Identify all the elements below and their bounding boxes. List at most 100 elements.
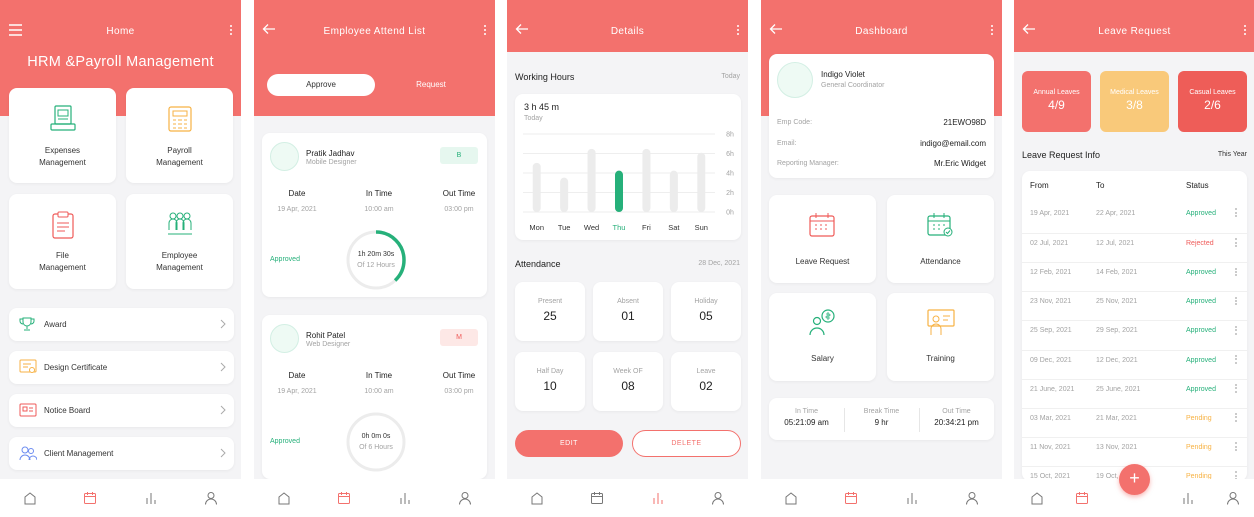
annual-leaves-card[interactable]: Annual Leaves 4/9 bbox=[1022, 71, 1091, 132]
back-arrow-icon[interactable] bbox=[515, 22, 533, 40]
tile-payroll-management[interactable]: Payroll Management bbox=[126, 88, 233, 183]
bar-highlight-thu[interactable] bbox=[615, 170, 623, 212]
edit-button[interactable]: EDIT bbox=[515, 430, 623, 457]
list-item-design-certificate[interactable]: Design Certificate bbox=[9, 351, 234, 384]
calendar-icon[interactable] bbox=[590, 491, 604, 505]
menu-icon[interactable] bbox=[8, 22, 26, 40]
medical-leaves-card[interactable]: Medical Leaves 3/8 bbox=[1100, 71, 1169, 132]
bar-mon[interactable] bbox=[532, 162, 541, 212]
to-date: 12 Dec, 2021 bbox=[1096, 356, 1138, 364]
table-row[interactable]: 19 Apr, 2021 22 Apr, 2021 Approved bbox=[1022, 204, 1247, 228]
table-row[interactable]: 09 Dec, 2021 12 Dec, 2021 Approved bbox=[1022, 349, 1247, 374]
more-vertical-icon[interactable] bbox=[1233, 412, 1239, 424]
table-row[interactable]: 12 Feb, 2021 14 Feb, 2021 Approved bbox=[1022, 262, 1247, 286]
tile-expenses-management[interactable]: Expenses Management bbox=[9, 88, 116, 183]
column-header-from: From bbox=[1030, 181, 1049, 190]
list-item-notice-board[interactable]: Notice Board bbox=[9, 394, 234, 427]
status-badge: Approved bbox=[1186, 356, 1216, 364]
stat-label: Half Day bbox=[536, 368, 564, 375]
home-icon[interactable] bbox=[1030, 491, 1044, 505]
status-badge: Pending bbox=[1186, 414, 1212, 422]
calendar-icon[interactable] bbox=[337, 491, 351, 505]
bar-sun[interactable] bbox=[697, 152, 706, 212]
bar-wed[interactable] bbox=[587, 148, 596, 212]
user-icon[interactable] bbox=[1226, 491, 1240, 505]
back-arrow-icon[interactable] bbox=[1022, 22, 1040, 40]
home-icon[interactable] bbox=[784, 491, 798, 505]
chevron-right-icon bbox=[220, 362, 226, 372]
user-icon[interactable] bbox=[204, 491, 218, 505]
screen-title: Leave Request bbox=[1098, 25, 1171, 37]
home-icon[interactable] bbox=[277, 491, 291, 505]
bar-sat[interactable] bbox=[669, 170, 678, 212]
tile-salary[interactable]: Salary bbox=[769, 293, 876, 381]
table-row[interactable]: 25 Sep, 2021 29 Sep, 2021 Approved bbox=[1022, 320, 1247, 344]
leave-card-value: 2/6 bbox=[1204, 98, 1221, 112]
list-item-label: Client Management bbox=[44, 449, 114, 458]
tile-employee-management[interactable]: Employee Management bbox=[126, 194, 233, 289]
tile-label: Training bbox=[926, 354, 955, 363]
tile-file-management[interactable]: File Management bbox=[9, 194, 116, 289]
more-vertical-icon[interactable] bbox=[480, 23, 490, 39]
delete-button[interactable]: DELETE bbox=[632, 430, 741, 457]
list-item-award[interactable]: Award bbox=[9, 308, 234, 341]
avatar bbox=[270, 324, 299, 353]
table-row[interactable]: 23 Nov, 2021 25 Nov, 2021 Approved bbox=[1022, 291, 1247, 315]
casual-leaves-card[interactable]: Casual Leaves 2/6 bbox=[1178, 71, 1247, 132]
table-row[interactable]: 03 Mar, 2021 21 Mar, 2021 Pending bbox=[1022, 407, 1247, 432]
add-leave-button[interactable]: + bbox=[1119, 464, 1150, 495]
more-vertical-icon[interactable] bbox=[1233, 295, 1239, 307]
table-row[interactable]: 02 Jul, 2021 12 Jul, 2021 Rejected bbox=[1022, 233, 1247, 257]
user-icon[interactable] bbox=[711, 491, 725, 505]
bar-chart-icon[interactable] bbox=[398, 491, 412, 505]
back-arrow-icon[interactable] bbox=[769, 22, 787, 40]
tile-leave-request[interactable]: Leave Request bbox=[769, 195, 876, 283]
y-tick-label: 2h bbox=[726, 190, 734, 197]
more-vertical-icon[interactable] bbox=[1233, 237, 1239, 249]
calendar-icon[interactable] bbox=[1075, 491, 1089, 505]
more-vertical-icon[interactable] bbox=[1233, 266, 1239, 278]
user-icon[interactable] bbox=[458, 491, 472, 505]
more-vertical-icon[interactable] bbox=[1233, 354, 1239, 366]
tile-training[interactable]: Training bbox=[887, 293, 994, 381]
to-date: 29 Sep, 2021 bbox=[1096, 327, 1138, 335]
tab-request[interactable]: Request bbox=[379, 74, 483, 96]
certificate-icon bbox=[19, 359, 37, 375]
bar-tue[interactable] bbox=[560, 177, 569, 212]
bottom-nav bbox=[0, 479, 241, 517]
to-date: 25 June, 2021 bbox=[1096, 385, 1141, 393]
home-icon[interactable] bbox=[530, 491, 544, 505]
x-tick-label: Mon bbox=[529, 223, 544, 232]
calendar-icon[interactable] bbox=[83, 491, 97, 505]
more-vertical-icon[interactable] bbox=[733, 23, 743, 39]
employee-card[interactable]: Pratik Jadhav Mobile Designer B Date In … bbox=[262, 133, 487, 297]
more-vertical-icon[interactable] bbox=[1240, 23, 1250, 39]
dashboard-screen: Dashboard Indigo Violet General Coordina… bbox=[761, 0, 1002, 517]
user-icon[interactable] bbox=[965, 491, 979, 505]
bar-chart-icon[interactable] bbox=[1181, 491, 1195, 505]
time-label: Out Time bbox=[942, 408, 971, 415]
tile-attendance[interactable]: Attendance bbox=[887, 195, 994, 283]
more-vertical-icon[interactable] bbox=[1233, 207, 1239, 219]
status-badge: Approved bbox=[1186, 327, 1216, 335]
table-row[interactable]: 11 Nov, 2021 13 Nov, 2021 Pending bbox=[1022, 436, 1247, 461]
more-vertical-icon[interactable] bbox=[226, 23, 236, 39]
back-arrow-icon[interactable] bbox=[262, 22, 280, 40]
more-vertical-icon[interactable] bbox=[1233, 383, 1239, 395]
bar-chart-icon[interactable] bbox=[144, 491, 158, 505]
more-vertical-icon[interactable] bbox=[1233, 441, 1239, 453]
home-icon[interactable] bbox=[23, 491, 37, 505]
bar-chart-icon[interactable] bbox=[651, 491, 665, 505]
in-time-value: 10:00 am bbox=[364, 388, 394, 395]
list-item-client-management[interactable]: Client Management bbox=[9, 437, 234, 470]
bar-fri[interactable] bbox=[642, 148, 651, 212]
more-vertical-icon[interactable] bbox=[1233, 324, 1239, 336]
bar-chart-icon[interactable] bbox=[905, 491, 919, 505]
table-row[interactable]: 21 June, 2021 25 June, 2021 Approved bbox=[1022, 378, 1247, 403]
tab-approve[interactable]: Approve bbox=[267, 74, 375, 96]
more-vertical-icon[interactable] bbox=[987, 23, 997, 39]
screen-title: Dashboard bbox=[855, 25, 908, 37]
employee-card[interactable]: Rohit Patel Web Designer M Date In Time … bbox=[262, 315, 487, 479]
calendar-icon[interactable] bbox=[844, 491, 858, 505]
bottom-nav bbox=[254, 479, 495, 517]
